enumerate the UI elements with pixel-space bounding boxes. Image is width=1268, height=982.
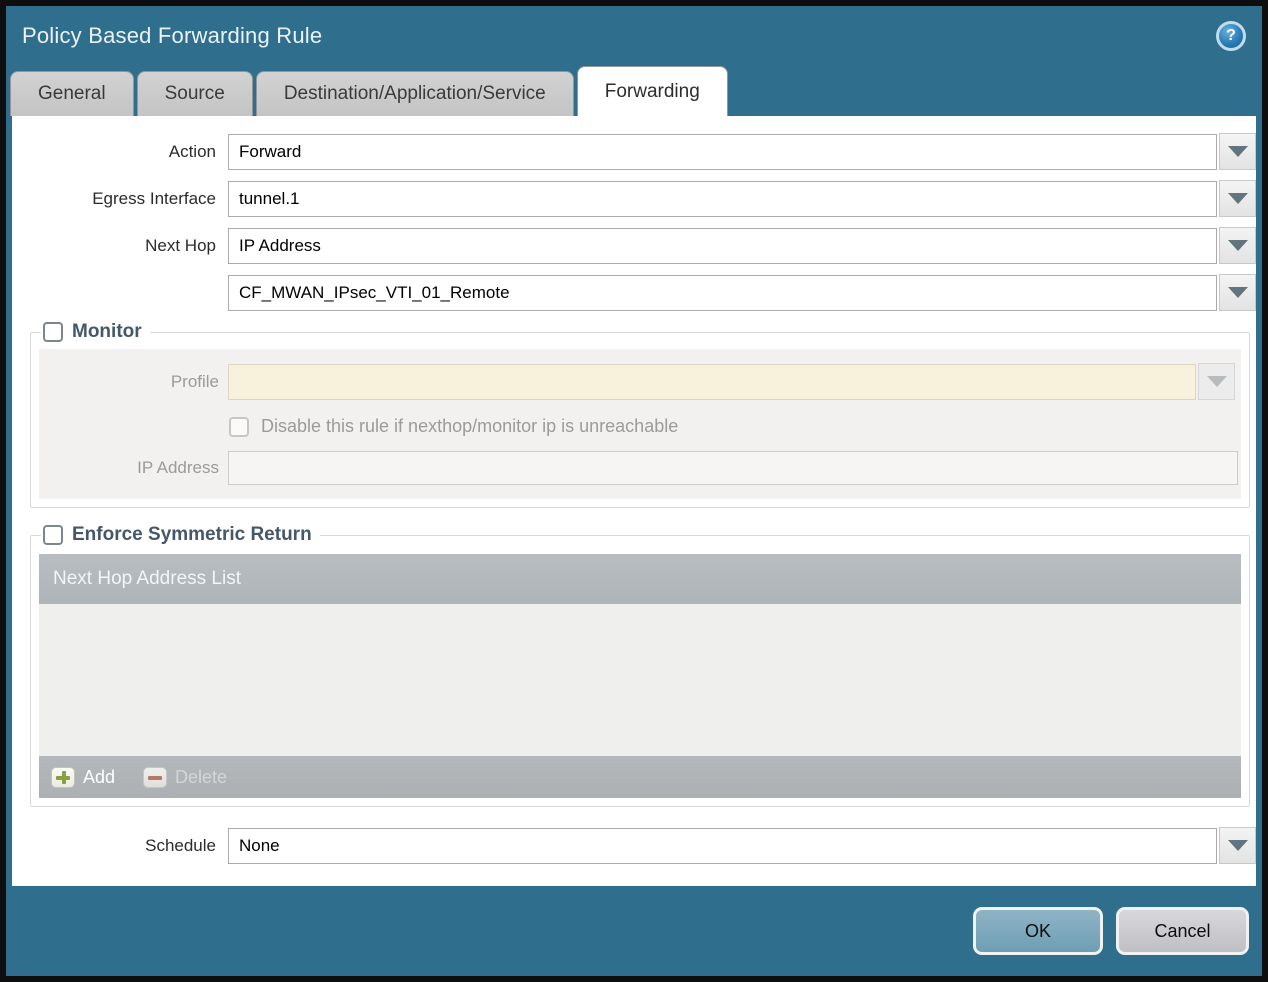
disable-rule-checkbox	[229, 416, 249, 437]
dialog-title: Policy Based Forwarding Rule	[22, 23, 323, 48]
schedule-dropdown-button[interactable]	[1219, 827, 1256, 864]
next-hop-type-dropdown-button[interactable]	[1219, 227, 1256, 264]
schedule-label: Schedule	[145, 835, 216, 855]
dialog-footer: OK Cancel	[6, 886, 1262, 976]
tab-bar: General Source Destination/Application/S…	[6, 66, 1262, 116]
egress-interface-row: Egress Interface tunnel.1	[12, 180, 1256, 217]
monitor-ip-address-input	[228, 451, 1238, 485]
delete-button: Delete	[143, 766, 228, 788]
chevron-down-icon	[1227, 840, 1248, 851]
chevron-down-icon	[1206, 376, 1227, 387]
monitor-ip-address-row: IP Address	[39, 451, 1241, 485]
tab-general[interactable]: General	[10, 71, 134, 116]
next-hop-row: Next Hop IP Address	[12, 227, 1256, 264]
add-button-label: Add	[83, 766, 116, 787]
action-row: Action Forward	[12, 133, 1256, 170]
next-hop-address-list-table: Next Hop Address List Add Delete	[39, 554, 1241, 798]
next-hop-type-select[interactable]: IP Address	[228, 227, 1218, 264]
schedule-select[interactable]: None	[228, 827, 1218, 864]
chevron-down-icon	[1227, 193, 1248, 204]
tab-source[interactable]: Source	[136, 71, 253, 116]
monitor-checkbox[interactable]	[43, 322, 63, 342]
profile-label: Profile	[170, 371, 219, 391]
plus-icon	[51, 766, 75, 788]
next-hop-address-list-body[interactable]	[39, 604, 1241, 756]
monitor-fieldset: Monitor Profile Disable this rule if nex…	[30, 321, 1250, 508]
chevron-down-icon	[1227, 287, 1248, 298]
next-hop-address-list-header: Next Hop Address List	[39, 554, 1241, 604]
monitor-profile-select	[228, 363, 1196, 400]
minus-icon	[143, 766, 168, 788]
symmetric-return-legend: Enforce Symmetric Return	[41, 524, 320, 546]
ok-button[interactable]: OK	[973, 907, 1103, 955]
next-hop-address-select[interactable]: CF_MWAN_IPsec_VTI_01_Remote	[228, 274, 1218, 311]
profile-row: Profile	[39, 363, 1241, 400]
help-icon[interactable]: ?	[1216, 21, 1246, 51]
monitor-ip-address-label: IP Address	[137, 458, 219, 477]
add-button[interactable]: Add	[51, 766, 116, 788]
schedule-row: Schedule None	[12, 827, 1256, 864]
disable-rule-label: Disable this rule if nexthop/monitor ip …	[261, 416, 679, 436]
dialog-titlebar: Policy Based Forwarding Rule ?	[6, 6, 1262, 66]
egress-interface-select[interactable]: tunnel.1	[228, 180, 1218, 217]
egress-interface-label: Egress Interface	[92, 188, 216, 208]
next-hop-address-row: CF_MWAN_IPsec_VTI_01_Remote	[12, 274, 1256, 311]
enforce-symmetric-return-checkbox[interactable]	[43, 525, 63, 545]
action-select[interactable]: Forward	[228, 133, 1218, 170]
next-hop-address-list-toolbar: Add Delete	[39, 756, 1241, 798]
tab-destination-application-service[interactable]: Destination/Application/Service	[255, 71, 574, 116]
symmetric-return-legend-label: Enforce Symmetric Return	[72, 524, 312, 545]
egress-interface-dropdown-button[interactable]	[1219, 180, 1256, 217]
pbf-rule-dialog: { "dialog": { "title": "Policy Based For…	[0, 0, 1268, 982]
chevron-down-icon	[1227, 146, 1248, 157]
monitor-legend-label: Monitor	[72, 321, 142, 342]
symmetric-return-fieldset: Enforce Symmetric Return Next Hop Addres…	[30, 524, 1250, 807]
monitor-legend: Monitor	[41, 321, 150, 343]
action-dropdown-button[interactable]	[1219, 133, 1256, 170]
monitor-panel: Profile Disable this rule if nexthop/mon…	[39, 349, 1241, 499]
forwarding-tab-panel: Action Forward Egress Interface tunnel.1…	[12, 116, 1256, 886]
chevron-down-icon	[1227, 240, 1248, 251]
tab-forwarding[interactable]: Forwarding	[576, 66, 728, 116]
action-label: Action	[168, 141, 216, 161]
next-hop-address-dropdown-button[interactable]	[1219, 274, 1256, 311]
disable-rule-row: Disable this rule if nexthop/monitor ip …	[229, 416, 1241, 437]
cancel-button[interactable]: Cancel	[1116, 907, 1249, 955]
next-hop-label: Next Hop	[145, 235, 216, 255]
delete-button-label: Delete	[175, 766, 228, 787]
monitor-profile-dropdown-button	[1198, 363, 1235, 400]
